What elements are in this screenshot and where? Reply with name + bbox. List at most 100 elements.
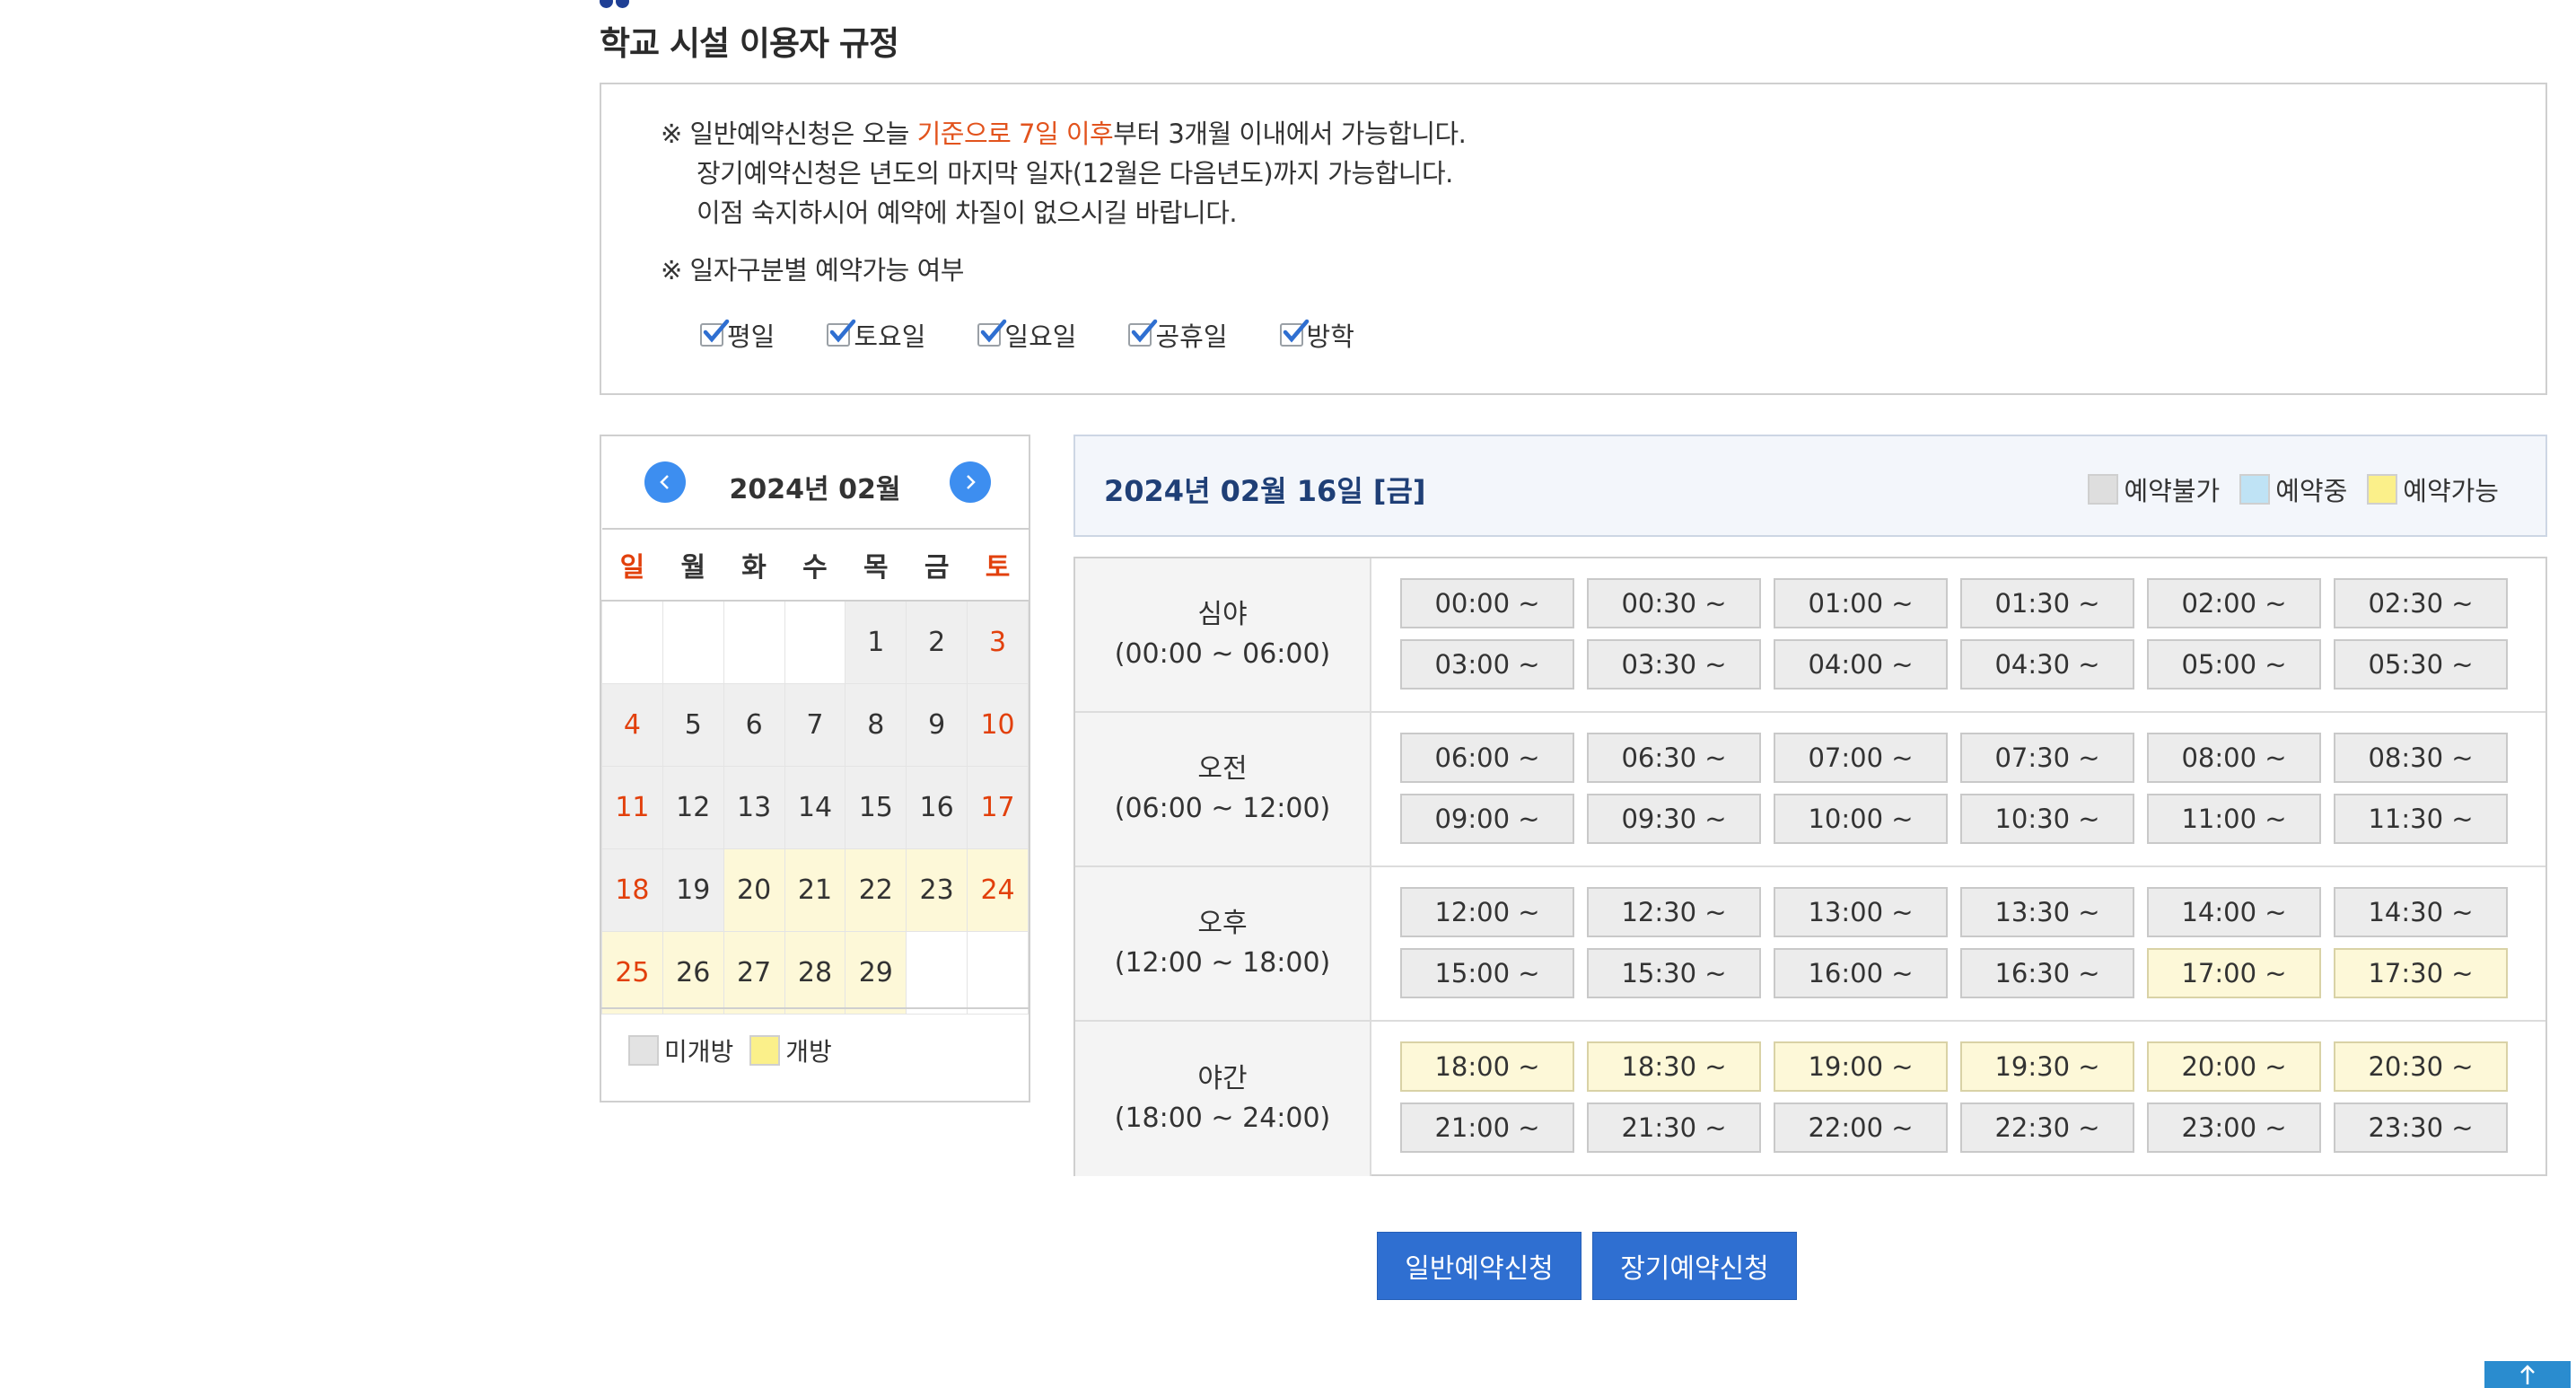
calendar-day[interactable]: 6 [723,683,785,767]
calendar-day[interactable]: 19 [662,848,724,932]
calendar-day[interactable]: 26 [662,931,724,1015]
calendar-day[interactable]: 14 [784,766,846,849]
time-slot-button[interactable]: 17:00 ~ [2147,948,2321,998]
calendar-day[interactable]: 29 [845,931,907,1015]
period-label: 야간 (18:00 ~ 24:00) [1075,1022,1371,1176]
time-slot-button[interactable]: 13:00 ~ [1774,887,1948,937]
long-term-reservation-button[interactable]: 장기예약신청 [1592,1232,1797,1300]
time-slot-button[interactable]: 00:30 ~ [1587,578,1761,628]
calendar-day[interactable]: 13 [723,766,785,849]
calendar-day[interactable]: 20 [723,848,785,932]
time-slot-button[interactable]: 07:00 ~ [1774,733,1948,783]
checkbox[interactable] [700,319,730,347]
calendar-day[interactable]: 24 [967,848,1029,932]
calendar-week: 18 19 20 21 22 23 24 [601,848,1029,932]
legend-swatch [2088,474,2119,505]
checkbox[interactable] [1279,319,1309,347]
calendar-day[interactable]: 21 [784,848,846,932]
time-slot-button[interactable]: 15:00 ~ [1400,948,1574,998]
chevron-right-icon [967,475,976,489]
calendar-week: 123 [601,600,1029,684]
calendar-day[interactable]: 12 [662,766,724,849]
calendar-day[interactable]: 4 [601,683,663,767]
time-slot-button[interactable]: 21:00 ~ [1400,1102,1574,1153]
weekday-label: 금 [906,528,968,602]
legend-item: 예약불가 [2088,470,2220,508]
calendar-day[interactable]: 1 [845,600,907,684]
time-slot-button[interactable]: 17:30 ~ [2334,948,2508,998]
calendar-day[interactable]: 5 [662,683,724,767]
time-slot-button[interactable]: 09:00 ~ [1400,794,1574,844]
time-slot-button[interactable]: 23:00 ~ [2147,1102,2321,1153]
calendar-day[interactable]: 15 [845,766,907,849]
time-slot-button[interactable]: 13:30 ~ [1960,887,2134,937]
time-slot-button[interactable]: 20:30 ~ [2334,1041,2508,1092]
time-slot-button[interactable]: 22:00 ~ [1774,1102,1948,1153]
time-slot-button[interactable]: 19:00 ~ [1774,1041,1948,1092]
time-slot-button[interactable]: 00:00 ~ [1400,578,1574,628]
time-slot-button[interactable]: 01:30 ~ [1960,578,2134,628]
calendar-day[interactable]: 25 [601,931,663,1015]
calendar-day[interactable]: 18 [601,848,663,932]
calendar-day[interactable]: 27 [723,931,785,1015]
time-slot-button[interactable]: 18:30 ~ [1587,1041,1761,1092]
time-slot-button[interactable]: 07:30 ~ [1960,733,2134,783]
time-slot-button[interactable]: 08:30 ~ [2334,733,2508,783]
checkbox[interactable] [977,319,1007,347]
time-slot-button[interactable]: 12:30 ~ [1587,887,1761,937]
calendar-day[interactable]: 8 [845,683,907,767]
period-name: 오후 [1197,908,1248,939]
calendar-week: 25 26 27 28 29 [601,931,1029,1015]
period-range: (06:00 ~ 12:00) [1114,793,1331,824]
time-slot-button[interactable]: 01:00 ~ [1774,578,1948,628]
calendar-day[interactable]: 2 [906,600,968,684]
time-slot-button[interactable]: 11:00 ~ [2147,794,2321,844]
time-slot-button[interactable]: 16:00 ~ [1774,948,1948,998]
time-slot-button[interactable]: 20:00 ~ [2147,1041,2321,1092]
time-slot-button[interactable]: 03:30 ~ [1587,639,1761,690]
calendar-day[interactable]: 16 [906,766,968,849]
time-slot-button[interactable]: 16:30 ~ [1960,948,2134,998]
legend-item: 미개방 [628,1032,733,1068]
time-slot-button[interactable]: 14:30 ~ [2334,887,2508,937]
calendar-empty-cell [967,931,1029,1015]
time-slot-button[interactable]: 02:30 ~ [2334,578,2508,628]
calendar-day[interactable]: 28 [784,931,846,1015]
availability-heading: ※ 일자구분별 예약가능 여부 [661,255,964,286]
calendar-next-button[interactable] [950,461,991,503]
calendar-day[interactable]: 11 [601,766,663,849]
time-slot-button[interactable]: 12:00 ~ [1400,887,1574,937]
time-slot-button[interactable]: 09:30 ~ [1587,794,1761,844]
time-slot-button[interactable]: 23:30 ~ [2334,1102,2508,1153]
calendar-day[interactable]: 9 [906,683,968,767]
time-slot-button[interactable]: 05:30 ~ [2334,639,2508,690]
time-slot-button[interactable]: 18:00 ~ [1400,1041,1574,1092]
time-slot-button[interactable]: 05:00 ~ [2147,639,2321,690]
calendar-day[interactable]: 7 [784,683,846,767]
time-slot-button[interactable]: 06:30 ~ [1587,733,1761,783]
time-slot-button[interactable]: 06:00 ~ [1400,733,1574,783]
time-slot-button[interactable]: 22:30 ~ [1960,1102,2134,1153]
calendar-day[interactable]: 22 [845,848,907,932]
checkbox[interactable] [827,319,856,347]
time-slot-button[interactable]: 15:30 ~ [1587,948,1761,998]
notice-line-2: 장기예약신청은 년도의 마지막 일자(12월은 다음년도)까지 가능합니다. [697,158,1453,189]
arrow-up-icon [2520,1365,2535,1384]
calendar-day[interactable]: 17 [967,766,1029,849]
checkbox[interactable] [1128,319,1158,347]
time-slot-button[interactable]: 10:30 ~ [1960,794,2134,844]
time-slot-button[interactable]: 02:00 ~ [2147,578,2321,628]
time-slot-button[interactable]: 03:00 ~ [1400,639,1574,690]
time-slot-button[interactable]: 21:30 ~ [1587,1102,1761,1153]
time-slot-button[interactable]: 19:30 ~ [1960,1041,2134,1092]
calendar-day[interactable]: 10 [967,683,1029,767]
calendar-day[interactable]: 23 [906,848,968,932]
time-slot-button[interactable]: 04:30 ~ [1960,639,2134,690]
general-reservation-button[interactable]: 일반예약신청 [1377,1232,1582,1300]
time-slot-button[interactable]: 14:00 ~ [2147,887,2321,937]
time-slot-button[interactable]: 08:00 ~ [2147,733,2321,783]
calendar-day[interactable]: 3 [967,600,1029,684]
time-slot-button[interactable]: 11:30 ~ [2334,794,2508,844]
time-slot-button[interactable]: 04:00 ~ [1774,639,1948,690]
time-slot-button[interactable]: 10:00 ~ [1774,794,1948,844]
